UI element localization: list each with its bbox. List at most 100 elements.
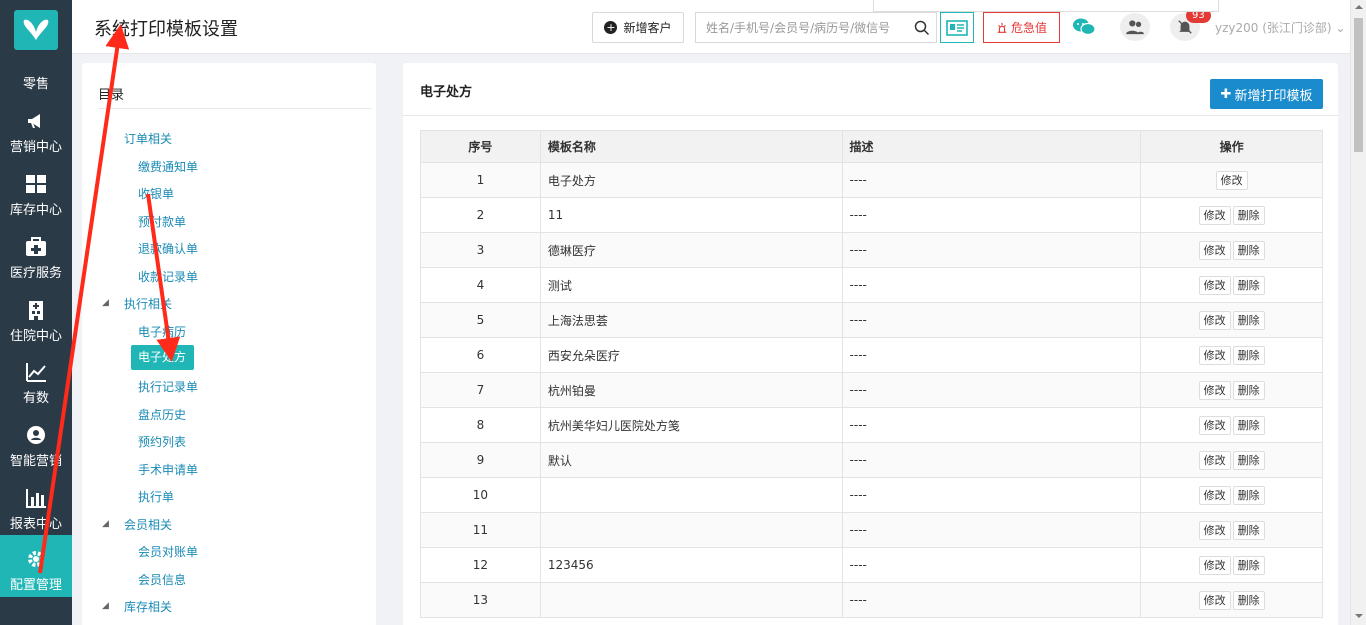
delete-button[interactable]: 删除 (1232, 345, 1265, 365)
nav-data[interactable]: 有数 (0, 355, 72, 418)
nav-config[interactable]: 配置管理 (0, 535, 72, 597)
nav-smart-marketing[interactable]: 智能营销 (0, 418, 72, 481)
cell-name (539, 582, 843, 618)
cell-name (539, 512, 843, 548)
tree-item[interactable]: 手术申请单 (138, 461, 198, 478)
edit-button[interactable]: 修改 (1198, 450, 1231, 470)
tree-item[interactable]: 退款确认单 (138, 240, 198, 257)
tree-item[interactable]: 收款记录单 (138, 268, 198, 285)
critical-value-button[interactable]: 危急值 (983, 12, 1060, 43)
table-row: 11 ---- 修改 删除 (420, 512, 1323, 548)
cell-desc: ---- (841, 302, 1142, 338)
caret-down-icon[interactable]: ◢ (102, 601, 109, 611)
edit-button[interactable]: 修改 (1198, 275, 1231, 295)
cell-name: 西安允朵医疗 (539, 337, 843, 373)
app-logo[interactable] (14, 10, 58, 50)
medkit-icon (0, 236, 72, 258)
cell-index: 13 (420, 582, 541, 618)
delete-button[interactable]: 删除 (1232, 555, 1265, 575)
table-row: 8 杭州美华妇儿医院处方笺 ---- 修改 删除 (420, 407, 1323, 443)
cell-actions: 修改 删除 (1140, 372, 1323, 408)
caret-down-icon[interactable]: ◢ (102, 519, 109, 529)
nav-inventory[interactable]: 库存中心 (0, 167, 72, 230)
edit-button[interactable]: 修改 (1198, 590, 1231, 610)
delete-button[interactable]: 删除 (1232, 415, 1265, 435)
delete-button[interactable]: 删除 (1232, 485, 1265, 505)
cell-actions: 修改 删除 (1140, 477, 1323, 513)
edit-button[interactable]: 修改 (1215, 170, 1248, 190)
tree-group-member[interactable]: 会员相关 (124, 516, 172, 533)
tree-group-order[interactable]: 订单相关 (124, 130, 172, 147)
delete-button[interactable]: 删除 (1232, 520, 1265, 540)
delete-button[interactable]: 删除 (1232, 205, 1265, 225)
scroll-up-icon[interactable] (1355, 3, 1363, 11)
edit-button[interactable]: 修改 (1198, 240, 1231, 260)
cell-index: 7 (420, 372, 541, 408)
edit-button[interactable]: 修改 (1198, 310, 1231, 330)
tree-item[interactable]: 电子病历 (138, 323, 186, 340)
id-card-button[interactable] (940, 12, 974, 43)
delete-button[interactable]: 删除 (1232, 380, 1265, 400)
search-icon[interactable] (914, 20, 930, 36)
add-template-button[interactable]: ✚ 新增打印模板 (1210, 79, 1323, 109)
tree-item[interactable]: 执行记录单 (138, 378, 198, 395)
edit-button[interactable]: 修改 (1198, 380, 1231, 400)
delete-button[interactable]: 删除 (1232, 310, 1265, 330)
nav-medical[interactable]: 医疗服务 (0, 230, 72, 293)
cell-actions: 修改 (1140, 162, 1323, 198)
table-row: 1 电子处方 ---- 修改 (420, 162, 1323, 198)
tree-item[interactable]: 缴费通知单 (138, 158, 198, 175)
edit-button[interactable]: 修改 (1198, 345, 1231, 365)
delete-button[interactable]: 删除 (1232, 590, 1265, 610)
tree-item[interactable]: 收银单 (138, 185, 174, 202)
delete-button[interactable]: 删除 (1232, 240, 1265, 260)
nav-inpatient[interactable]: 住院中心 (0, 293, 72, 356)
directory-title: 目录 (98, 88, 125, 103)
tree-item-selected[interactable]: 电子处方 (131, 345, 194, 370)
cell-desc: ---- (841, 512, 1142, 548)
cell-name: 杭州铂曼 (539, 372, 843, 408)
nav-label: 有数 (22, 391, 49, 406)
tree-item[interactable]: 会员对账单 (138, 543, 198, 560)
tree-group-exec[interactable]: 执行相关 (124, 295, 172, 312)
edit-button[interactable]: 修改 (1198, 205, 1231, 225)
nav-label: 营销中心 (9, 140, 62, 155)
table-row: 3 德琳医疗 ---- 修改 删除 (420, 232, 1323, 268)
tree-item[interactable]: 预付款单 (138, 213, 186, 230)
scroll-thumb[interactable] (1354, 18, 1363, 152)
tree-group-stock[interactable]: 库存相关 (124, 598, 172, 615)
group-icon[interactable] (1120, 13, 1150, 41)
edit-button[interactable]: 修改 (1198, 485, 1231, 505)
nav-label: 报表中心 (9, 517, 62, 532)
edit-button[interactable]: 修改 (1198, 415, 1231, 435)
cell-desc: ---- (841, 547, 1142, 583)
left-sidebar: 零售 营销中心 库存中心 医疗服务 住院中心 有数 智能营销 报表中心 配置管理 (0, 0, 72, 625)
user-menu[interactable]: yzy200 (张江门诊部) ⌄ (1215, 19, 1345, 36)
cell-index: 10 (420, 477, 541, 513)
page-scrollbar[interactable] (1350, 0, 1366, 625)
cell-name: 测试 (539, 267, 843, 303)
scroll-down-icon[interactable] (1355, 612, 1363, 620)
new-customer-button[interactable]: + 新增客户 (592, 12, 684, 43)
cell-index: 12 (420, 547, 541, 583)
tree-item[interactable]: 会员信息 (138, 571, 186, 588)
nav-label: 库存中心 (9, 203, 62, 218)
cell-desc: ---- (841, 337, 1142, 373)
cell-desc: ---- (841, 197, 1142, 233)
tree-item[interactable]: 盘点历史 (138, 406, 186, 423)
edit-button[interactable]: 修改 (1198, 520, 1231, 540)
tree-item[interactable]: 执行单 (138, 488, 174, 505)
delete-button[interactable]: 删除 (1232, 450, 1265, 470)
dropdown-popover (873, 0, 1219, 12)
cell-index: 11 (420, 512, 541, 548)
wechat-icon[interactable] (1072, 16, 1096, 38)
cell-name: 默认 (539, 442, 843, 478)
tree-item[interactable]: 预约列表 (138, 433, 186, 450)
table-row: 4 测试 ---- 修改 删除 (420, 267, 1323, 303)
table-row: 9 默认 ---- 修改 删除 (420, 442, 1323, 478)
edit-button[interactable]: 修改 (1198, 555, 1231, 575)
delete-button[interactable]: 删除 (1232, 275, 1265, 295)
caret-down-icon[interactable]: ◢ (102, 298, 109, 308)
nav-marketing[interactable]: 营销中心 (0, 104, 72, 167)
search-input[interactable] (696, 13, 906, 42)
